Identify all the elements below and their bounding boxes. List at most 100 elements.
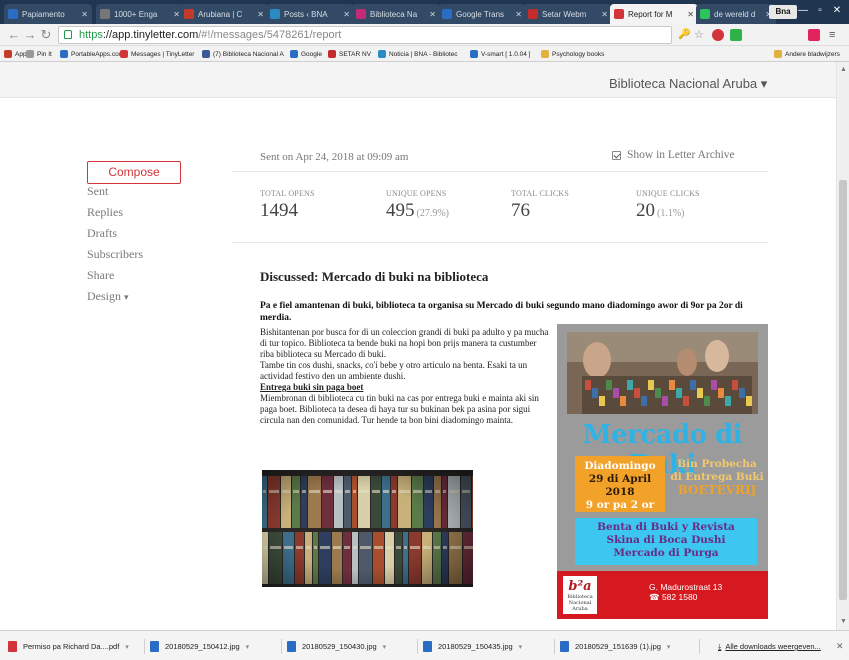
market-book — [606, 380, 612, 390]
top-navigation: Biblioteca Nacional Aruba ▾ — [0, 62, 849, 98]
bookmark-item[interactable]: (7) Biblioteca Nacional A — [202, 50, 284, 58]
browser-tab-strip: Papiamento ✕ 1000+ Enga ✕ Arubiana | C ✕ Posts… — [0, 0, 849, 24]
close-tab-icon[interactable]: ✕ — [429, 10, 436, 19]
scroll-down-icon[interactable]: ▼ — [840, 618, 847, 625]
bookmark-favicon-icon — [202, 50, 210, 58]
show-in-archive-toggle[interactable]: Show in Letter Archive — [612, 149, 735, 161]
browser-tab[interactable]: Arubiana | C ✕ — [180, 4, 268, 24]
download-item[interactable]: 20180529_150412.jpg ▾ — [150, 638, 282, 655]
bookmark-item[interactable]: PortableApps.com — [60, 50, 124, 58]
bookmark-item[interactable]: V-smart [ 1.0.04 ] — [470, 50, 531, 58]
sidebar-item-drafts[interactable]: Drafts — [87, 226, 117, 241]
chevron-down-icon[interactable]: ▾ — [519, 643, 523, 651]
sidebar-item-design[interactable]: Design ▾ — [87, 289, 129, 304]
paragraph: Tambe tin cos dushi, snacks, co'i bebe y… — [260, 360, 528, 381]
discussed-heading: Discussed: Mercado di buki na biblioteca — [260, 269, 489, 284]
maximize-icon[interactable]: ▫ — [813, 4, 827, 18]
pinterest-icon[interactable] — [712, 29, 724, 41]
other-bookmarks[interactable]: Andere bladwijzers — [774, 50, 840, 58]
market-book — [739, 388, 745, 398]
back-icon[interactable]: ← — [6, 27, 22, 43]
market-book — [641, 396, 647, 406]
caret-down-icon: ▾ — [760, 76, 768, 91]
bookmark-item[interactable]: Noticia | BNA - Bibliotec — [378, 50, 458, 58]
close-tab-icon[interactable]: ✕ — [601, 10, 608, 19]
caret-down-icon: ▾ — [124, 292, 129, 302]
compose-button[interactable]: Compose — [87, 161, 181, 184]
market-book — [648, 380, 654, 390]
browser-tab[interactable]: Papiamento ✕ — [4, 4, 92, 24]
close-tab-icon[interactable]: ✕ — [687, 10, 694, 19]
bookmark-item[interactable]: Psychology books — [541, 50, 604, 58]
account-menu[interactable]: Biblioteca Nacional Aruba ▾ — [609, 76, 767, 92]
bookmark-item[interactable]: SETAR NV — [328, 50, 371, 58]
browser-tab[interactable]: de wereld d✕ — [696, 4, 776, 24]
close-downloads-icon[interactable]: ✕ — [836, 641, 844, 652]
menu-icon[interactable]: ≡ — [829, 29, 841, 41]
close-tab-icon[interactable]: ✕ — [257, 10, 264, 19]
stat-unique-opens: UNIQUE OPENS 495 (27.9%) — [386, 189, 449, 222]
browser-tab[interactable]: Posts ‹ BNA ✕ — [266, 4, 354, 24]
address-bar[interactable]: https://app.tinyletter.com/#!/messages/5… — [58, 26, 672, 44]
poster-return-line: BOETEVRIJ — [677, 483, 757, 497]
market-book — [585, 380, 591, 390]
key-icon[interactable]: 🔑 — [678, 29, 690, 41]
poster-sale-line: Benta di Buki y Revista — [597, 521, 735, 533]
bookmark-favicon-icon — [328, 50, 336, 58]
bookmark-favicon-icon — [541, 50, 549, 58]
page-scrollbar[interactable]: ▲ ▼ — [836, 62, 849, 630]
chevron-down-icon[interactable]: ▾ — [667, 643, 671, 651]
stat-label: UNIQUE CLICKS — [636, 189, 700, 198]
download-item[interactable]: 20180529_150430.jpg ▾ — [287, 638, 418, 655]
market-book — [627, 380, 633, 390]
extension-icon[interactable] — [730, 29, 742, 41]
browser-user-chip[interactable]: Bna — [769, 5, 797, 19]
newsletter-intro: Pa e fiel amantenan di buki, biblioteca … — [260, 301, 743, 323]
sent-date: Sent on Apr 24, 2018 at 09:09 am — [260, 151, 409, 163]
event-poster: Mercado di Buki Diadomingo 29 di April 2… — [557, 324, 768, 619]
bookmark-favicon-icon — [4, 50, 12, 58]
chevron-down-icon[interactable]: ▾ — [383, 643, 387, 651]
tab-title: Biblioteca Na — [370, 9, 418, 19]
tab-favicon-icon — [614, 9, 624, 19]
close-window-icon[interactable]: ✕ — [830, 4, 844, 18]
reload-icon[interactable]: ↻ — [38, 27, 54, 43]
sidebar-item-share[interactable]: Share — [87, 268, 114, 283]
market-book — [634, 388, 640, 398]
divider — [699, 639, 700, 654]
bookmark-item[interactable]: Messages | TinyLetter — [120, 50, 194, 58]
show-all-downloads-link[interactable]: ⤓ Alle downloads weergeven... — [718, 642, 821, 652]
bookmark-favicon-icon — [470, 50, 478, 58]
browser-tab[interactable]: Google Trans ✕ — [438, 4, 526, 24]
download-item[interactable]: 20180529_150435.jpg ▾ — [423, 638, 555, 655]
browser-tab[interactable]: Biblioteca Na ✕ — [352, 4, 440, 24]
bookmark-item[interactable]: Pin It — [26, 50, 52, 58]
bookmark-star-icon[interactable]: ☆ — [694, 29, 706, 41]
scroll-up-icon[interactable]: ▲ — [840, 66, 847, 73]
close-tab-icon[interactable]: ✕ — [515, 10, 522, 19]
books-photo — [262, 470, 473, 587]
download-item[interactable]: 20180529_151639 (1).jpg ▾ — [560, 638, 700, 655]
close-tab-icon[interactable]: ✕ — [81, 10, 88, 19]
stat-label: UNIQUE OPENS — [386, 189, 447, 198]
download-filename: 20180529_150412.jpg — [165, 642, 240, 651]
browser-tab[interactable]: Setar Webm ✕ — [524, 4, 612, 24]
bookmarks-bar: Apps Pin It PortableApps.com Messages | Tin… — [0, 46, 849, 62]
forward-icon[interactable]: → — [22, 27, 38, 43]
chevron-down-icon[interactable]: ▾ — [125, 643, 129, 651]
browser-tab[interactable]: Report for M ✕ — [610, 4, 698, 24]
tab-favicon-icon — [700, 9, 710, 19]
sidebar-item-sent[interactable]: Sent — [87, 184, 108, 199]
sidebar-item-subscribers[interactable]: Subscribers — [87, 247, 143, 262]
checkbox-icon[interactable] — [612, 150, 621, 160]
sidebar-item-replies[interactable]: Replies — [87, 205, 123, 220]
bookmark-item[interactable]: Google — [290, 50, 322, 58]
close-tab-icon[interactable]: ✕ — [173, 10, 180, 19]
close-tab-icon[interactable]: ✕ — [343, 10, 350, 19]
chevron-down-icon[interactable]: ▾ — [246, 643, 250, 651]
minimize-icon[interactable]: — — [796, 4, 810, 18]
extension-icon[interactable] — [808, 29, 820, 41]
browser-tab[interactable]: 1000+ Enga ✕ — [96, 4, 184, 24]
scrollbar-thumb[interactable] — [839, 180, 847, 600]
download-item[interactable]: Permiso pa Richard Da....pdf ▾ — [8, 638, 145, 655]
